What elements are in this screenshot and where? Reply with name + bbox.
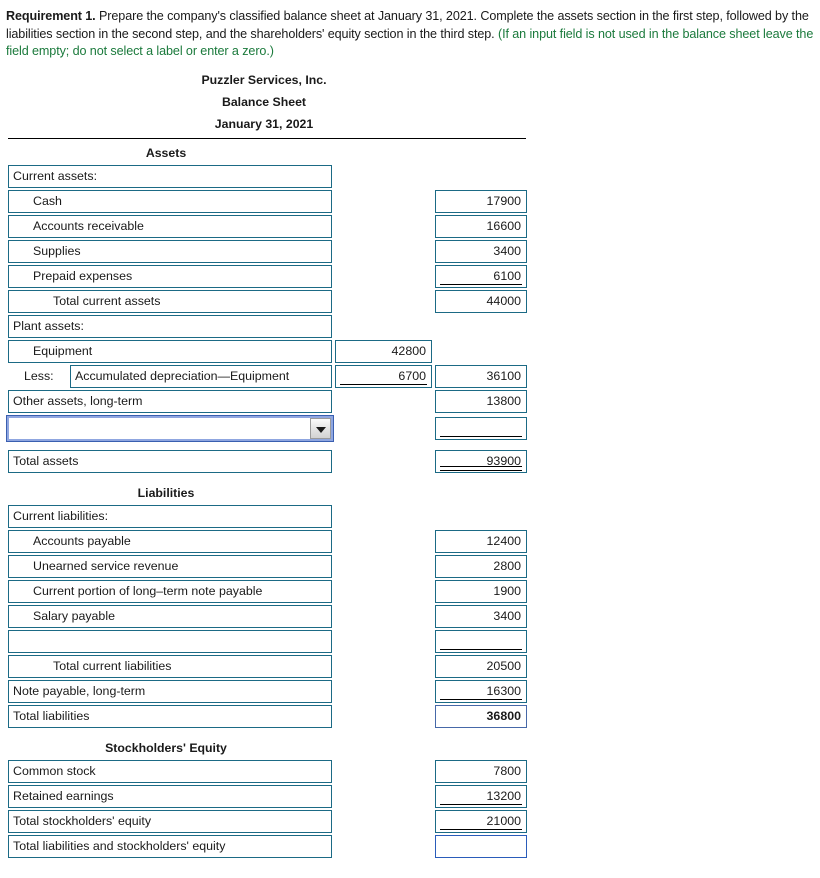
equity-rows: Common stock 7800 Retained earnings 13200 To… xyxy=(0,759,820,860)
table-row-account-select xyxy=(0,414,820,444)
total-assets-label-input[interactable]: Total assets xyxy=(8,449,332,473)
table-row-total-assets: Total assets 93900 xyxy=(0,449,820,475)
row-label-input-unearned-service-revenue[interactable]: Unearned service revenue xyxy=(8,554,332,578)
row-label-input-supplies[interactable]: Supplies xyxy=(8,239,332,263)
row-label-input-note-payable-long-term[interactable]: Note payable, long-term xyxy=(8,679,332,703)
row-label-input-current-assets[interactable]: Current assets: xyxy=(8,164,332,188)
table-row: Total current assets 44000 xyxy=(0,289,820,315)
section-heading-assets: Assets xyxy=(145,145,187,160)
assets-rows: Current assets: Cash 17900 Accounts receiva… xyxy=(0,164,820,340)
row-amount-input-total-current-assets[interactable]: 44000 xyxy=(435,289,527,313)
account-amount-input[interactable] xyxy=(435,416,527,440)
row-label-input-blank[interactable] xyxy=(8,629,332,653)
row-amount-input-cash[interactable]: 17900 xyxy=(435,189,527,213)
subtotal-underline xyxy=(340,383,427,385)
other-assets-label-input[interactable]: Other assets, long-term xyxy=(8,389,332,413)
row-label-input-salary-payable[interactable]: Salary payable xyxy=(8,604,332,628)
row-label-input-total-stockholders-equity[interactable]: Total stockholders' equity xyxy=(8,809,332,833)
table-row: Current assets: xyxy=(0,164,820,190)
row-amount-input-note-payable-long-term[interactable]: 16300 xyxy=(435,679,527,703)
accumulated-depreciation-amount-input[interactable]: 6700 xyxy=(335,364,432,388)
statement-title: Balance Sheet xyxy=(221,94,307,109)
table-row: Supplies 3400 xyxy=(0,239,820,265)
equipment-label-input[interactable]: Equipment xyxy=(8,339,332,363)
account-label-select[interactable] xyxy=(6,414,334,442)
section-heading-equity: Stockholders' Equity xyxy=(105,740,227,755)
table-row: Salary payable 3400 xyxy=(0,604,820,630)
statement-date: January 31, 2021 xyxy=(214,116,314,131)
row-amount-input-unearned-service-revenue[interactable]: 2800 xyxy=(435,554,527,578)
section-heading-liabilities: Liabilities xyxy=(137,485,195,500)
total-liabilities-label-input[interactable]: Total liabilities xyxy=(8,704,332,728)
table-row xyxy=(0,629,820,655)
equipment-amount-input[interactable]: 42800 xyxy=(335,339,432,363)
row-amount-input-total-liabilities-and-stockholders-equity[interactable] xyxy=(435,834,527,858)
row-label-input-cash[interactable]: Cash xyxy=(8,189,332,213)
row-label-input-total-current-liabilities[interactable]: Total current liabilities xyxy=(8,654,332,678)
row-amount-input-current-portion-of-long-term-note-payable[interactable]: 1900 xyxy=(435,579,527,603)
subtotal-underline xyxy=(440,803,522,805)
row-amount-input-supplies[interactable]: 3400 xyxy=(435,239,527,263)
subtotal-underline xyxy=(440,698,522,700)
row-label-input-retained-earnings[interactable]: Retained earnings xyxy=(8,784,332,808)
table-row: Current liabilities: xyxy=(0,504,820,530)
row-label-input-current-liabilities[interactable]: Current liabilities: xyxy=(8,504,332,528)
subtotal-underline xyxy=(440,648,522,650)
row-amount-input-accounts-payable[interactable]: 12400 xyxy=(435,529,527,553)
table-row-other-assets: Other assets, long-term 13800 xyxy=(0,389,820,415)
table-row: Current portion of long–term note payabl… xyxy=(0,579,820,605)
row-label-input-accounts-receivable[interactable]: Accounts receivable xyxy=(8,214,332,238)
row-label-input-prepaid-expenses[interactable]: Prepaid expenses xyxy=(8,264,332,288)
row-amount-input-prepaid-expenses[interactable]: 6100 xyxy=(435,264,527,288)
header-divider xyxy=(8,137,526,139)
row-amount-input-total-current-liabilities[interactable]: 20500 xyxy=(435,654,527,678)
row-label-input-plant-assets[interactable]: Plant assets: xyxy=(8,314,332,338)
subtotal-underline xyxy=(440,435,522,437)
row-amount-input-retained-earnings[interactable]: 13200 xyxy=(435,784,527,808)
chevron-down-icon xyxy=(316,426,326,433)
row-amount-input-blank[interactable] xyxy=(435,629,527,653)
row-label-input-accounts-payable[interactable]: Accounts payable xyxy=(8,529,332,553)
total-double-underline xyxy=(440,465,522,471)
table-row-total-liabilities: Total liabilities 36800 xyxy=(0,704,820,730)
row-label-input-total-liabilities-and-stockholders-equity[interactable]: Total liabilities and stockholders' equi… xyxy=(8,834,332,858)
table-row-accumulated-depreciation: Less: Accumulated depreciation—Equipment… xyxy=(0,364,820,390)
net-equipment-amount-input[interactable]: 36100 xyxy=(435,364,527,388)
total-liabilities-amount-input[interactable]: 36800 xyxy=(435,704,527,728)
other-assets-amount-input[interactable]: 13800 xyxy=(435,389,527,413)
table-row: Total liabilities and stockholders' equi… xyxy=(0,834,820,860)
table-row: Note payable, long-term 16300 xyxy=(0,679,820,705)
accumulated-depreciation-label-input[interactable]: Accumulated depreciation—Equipment xyxy=(70,364,332,388)
company-name: Puzzler Services, Inc. xyxy=(201,72,327,87)
table-row: Unearned service revenue 2800 xyxy=(0,554,820,580)
table-row: Retained earnings 13200 xyxy=(0,784,820,810)
subtotal-underline xyxy=(440,828,522,830)
dropdown-button[interactable] xyxy=(310,417,331,439)
requirement-prompt: Requirement 1. Prepare the company's cla… xyxy=(0,0,820,61)
row-amount-input-common-stock[interactable]: 7800 xyxy=(435,759,527,783)
table-row: Cash 17900 xyxy=(0,189,820,215)
less-prefix-label: Less: xyxy=(24,368,54,383)
table-row: Plant assets: xyxy=(0,314,820,340)
table-row: Total stockholders' equity 21000 xyxy=(0,809,820,835)
row-amount-input-total-stockholders-equity[interactable]: 21000 xyxy=(435,809,527,833)
table-row-equipment: Equipment 42800 xyxy=(0,339,820,365)
row-amount-input-salary-payable[interactable]: 3400 xyxy=(435,604,527,628)
row-label-input-common-stock[interactable]: Common stock xyxy=(8,759,332,783)
row-label-input-current-portion-of-long-term-note-payable[interactable]: Current portion of long–term note payabl… xyxy=(8,579,332,603)
table-row: Accounts payable 12400 xyxy=(0,529,820,555)
requirement-label: Requirement 1. xyxy=(6,9,96,23)
total-assets-amount-input[interactable]: 93900 xyxy=(435,449,527,473)
subtotal-underline xyxy=(440,283,522,285)
row-label-input-total-current-assets[interactable]: Total current assets xyxy=(8,289,332,313)
liabilities-rows: Current liabilities: Accounts payable 1240… xyxy=(0,504,820,705)
row-amount-input-accounts-receivable[interactable]: 16600 xyxy=(435,214,527,238)
table-row: Accounts receivable 16600 xyxy=(0,214,820,240)
table-row: Common stock 7800 xyxy=(0,759,820,785)
balance-sheet: Puzzler Services, Inc. Balance Sheet Jan… xyxy=(0,69,820,860)
table-row: Total current liabilities 20500 xyxy=(0,654,820,680)
table-row: Prepaid expenses 6100 xyxy=(0,264,820,290)
